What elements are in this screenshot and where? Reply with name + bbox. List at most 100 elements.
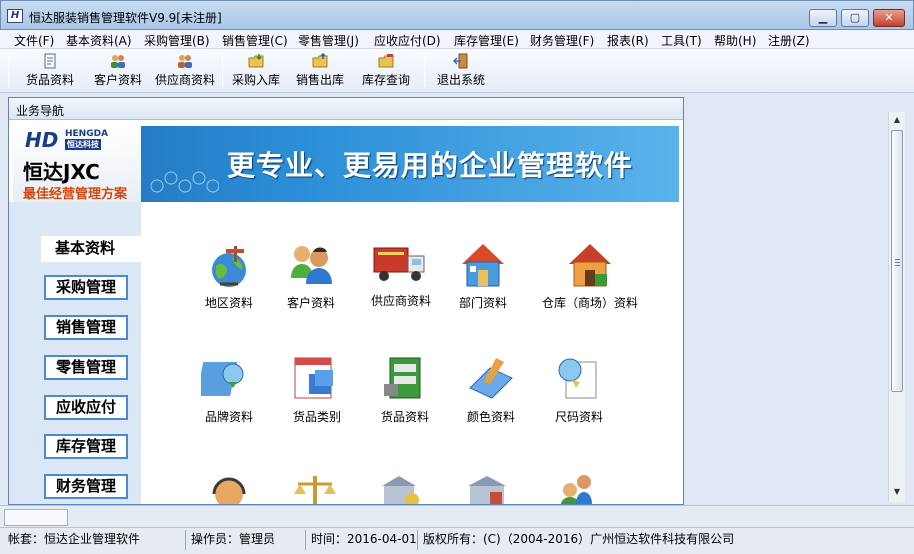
status-account: 帐套：恒达企业管理软件: [3, 530, 186, 550]
module-service[interactable]: [179, 470, 279, 504]
module-brand[interactable]: 品牌资料: [179, 354, 279, 425]
module-warehouse-stock[interactable]: [437, 470, 537, 504]
scroll-up-icon[interactable]: ▲: [889, 112, 905, 128]
category-tab-retail[interactable]: 零售管理: [44, 355, 128, 380]
toolbar-label: 货品资料: [25, 73, 74, 87]
module-departments[interactable]: 部门资料: [433, 240, 533, 311]
business-navigation-panel: 业务导航 HD HENGDA 恒达科技 恒达JXC 最佳经营管理方案 更专业、更…: [8, 97, 684, 505]
document-icon: [44, 53, 56, 69]
module-warehouse[interactable]: 仓库（商场）资料: [525, 240, 655, 311]
nav-panel-header: 业务导航: [9, 98, 683, 120]
menu-basic-data[interactable]: 基本资料(A): [66, 32, 132, 49]
menu-receivables[interactable]: 应收应付(D): [374, 32, 441, 49]
menu-file[interactable]: 文件(F): [14, 32, 54, 49]
menu-retail[interactable]: 零售管理(J): [298, 32, 359, 49]
status-bar: 帐套：恒达企业管理软件 操作员：管理员 时间：2016-04-01 版权所有：(…: [0, 527, 914, 554]
folder-out-icon: [312, 53, 328, 68]
menu-inventory[interactable]: 库存管理(E): [454, 32, 519, 49]
toolbar: 货品资料 客户资料 供应商资料 采购入库 销售出库 库存查询 退出系统: [0, 49, 914, 93]
toolbar-label: 退出系统: [436, 73, 485, 87]
banner-headline: 更专业、更易用的企业管理软件: [227, 149, 634, 182]
category-tab-sales[interactable]: 销售管理: [44, 315, 128, 340]
toolbar-stock-query-button[interactable]: 库存查询: [358, 53, 414, 91]
module-bank[interactable]: [349, 470, 449, 504]
module-size[interactable]: 尺码资料: [529, 354, 629, 425]
toolbar-label: 采购入库: [231, 73, 280, 87]
toolbar-sales-out-button[interactable]: 销售出库: [292, 53, 348, 91]
module-label: 品牌资料: [204, 410, 253, 424]
module-color[interactable]: 颜色资料: [441, 354, 541, 425]
toolbar-purchase-in-button[interactable]: 采购入库: [228, 53, 284, 91]
status-time: 时间：2016-04-01: [306, 530, 418, 550]
category-tab-inventory[interactable]: 库存管理: [44, 434, 128, 459]
module-goods-category[interactable]: 货品类别: [267, 354, 367, 425]
menu-reports[interactable]: 报表(R): [607, 32, 649, 49]
truck-icon: [373, 247, 425, 281]
maximize-button[interactable]: ▢: [841, 9, 869, 27]
module-label: 仓库（商场）资料: [541, 296, 638, 310]
toolbar-label: 客户资料: [93, 73, 142, 87]
logo-hd-mark: HD: [25, 128, 59, 152]
toolbar-customers-button[interactable]: 客户资料: [88, 53, 148, 91]
warehouse-icon: [468, 476, 506, 504]
toolbar-label: 库存查询: [361, 73, 410, 87]
module-label: 客户资料: [286, 296, 335, 310]
menu-finance[interactable]: 财务管理(F): [530, 32, 594, 49]
module-label: 尺码资料: [554, 410, 603, 424]
scroll-grip: [895, 262, 900, 263]
module-goods[interactable]: 货品资料: [355, 354, 455, 425]
customers-icon: [291, 246, 332, 284]
scrollbar-thumb[interactable]: [891, 130, 903, 392]
banner-decoration-icon: [150, 171, 219, 193]
menu-help[interactable]: 帮助(H): [714, 32, 756, 49]
people-icon: [560, 475, 592, 504]
module-label: 部门资料: [458, 296, 507, 310]
palette-icon: [469, 358, 513, 399]
toolbar-label: 销售出库: [295, 73, 344, 87]
category-tab-receivables[interactable]: 应收应付: [44, 395, 128, 420]
app-logo-icon: H: [7, 9, 23, 23]
house-blue-icon: [462, 244, 504, 287]
menu-sales[interactable]: 销售管理(C): [222, 32, 288, 49]
toolbar-suppliers-button[interactable]: 供应商资料: [154, 53, 216, 91]
scroll-grip: [895, 259, 900, 260]
category-tab-finance[interactable]: 财务管理: [44, 474, 128, 499]
nav-panel-title: 业务导航: [16, 104, 65, 118]
globe-icon: [212, 246, 246, 287]
users-icon: [111, 55, 125, 68]
module-label: 颜色资料: [466, 410, 515, 424]
toolbar-separator: [424, 55, 425, 87]
menu-register[interactable]: 注册(Z): [768, 32, 810, 49]
module-label: 货品资料: [380, 410, 429, 424]
scale-icon: [294, 476, 336, 504]
product-slogan: 最佳经营管理方案: [23, 187, 128, 202]
headset-icon: [212, 477, 246, 504]
size-icon: [558, 358, 597, 399]
toolbar-separator: [222, 55, 223, 87]
company-logo: HD HENGDA 恒达科技 恒达JXC 最佳经营管理方案: [13, 126, 141, 202]
toolbar-exit-button[interactable]: 退出系统: [432, 53, 490, 91]
banner: HD HENGDA 恒达科技 恒达JXC 最佳经营管理方案 更专业、更易用的企业…: [13, 126, 679, 202]
house-orange-icon: [569, 244, 611, 287]
toolbar-goods-button[interactable]: 货品资料: [20, 53, 80, 91]
vertical-scrollbar[interactable]: ▲ ▼: [888, 112, 905, 502]
folder-search-icon: [378, 54, 394, 68]
category-tab-basic-data[interactable]: 基本资料: [41, 236, 143, 262]
brand-icon: [201, 362, 244, 396]
scroll-down-icon[interactable]: ▼: [889, 484, 905, 500]
menu-purchase[interactable]: 采购管理(B): [144, 32, 210, 49]
menu-bar: 文件(F) 基本资料(A) 采购管理(B) 销售管理(C) 零售管理(J) 应收…: [0, 30, 914, 49]
minimize-button[interactable]: ▁: [809, 9, 837, 27]
category-tab-purchase[interactable]: 采购管理: [44, 275, 128, 300]
supplier-icon: [178, 55, 192, 68]
status-operator: 操作员：管理员: [186, 530, 306, 550]
category-icon: [294, 357, 333, 399]
close-button[interactable]: ✕: [873, 9, 905, 27]
logo-hengda-text: HENGDA: [65, 129, 109, 139]
status-field: [4, 509, 68, 526]
bank-icon: [382, 476, 419, 504]
module-customers[interactable]: 客户资料: [261, 240, 361, 311]
cabinet-icon: [384, 357, 421, 399]
menu-tools[interactable]: 工具(T): [661, 32, 702, 49]
module-staff[interactable]: [527, 470, 627, 504]
